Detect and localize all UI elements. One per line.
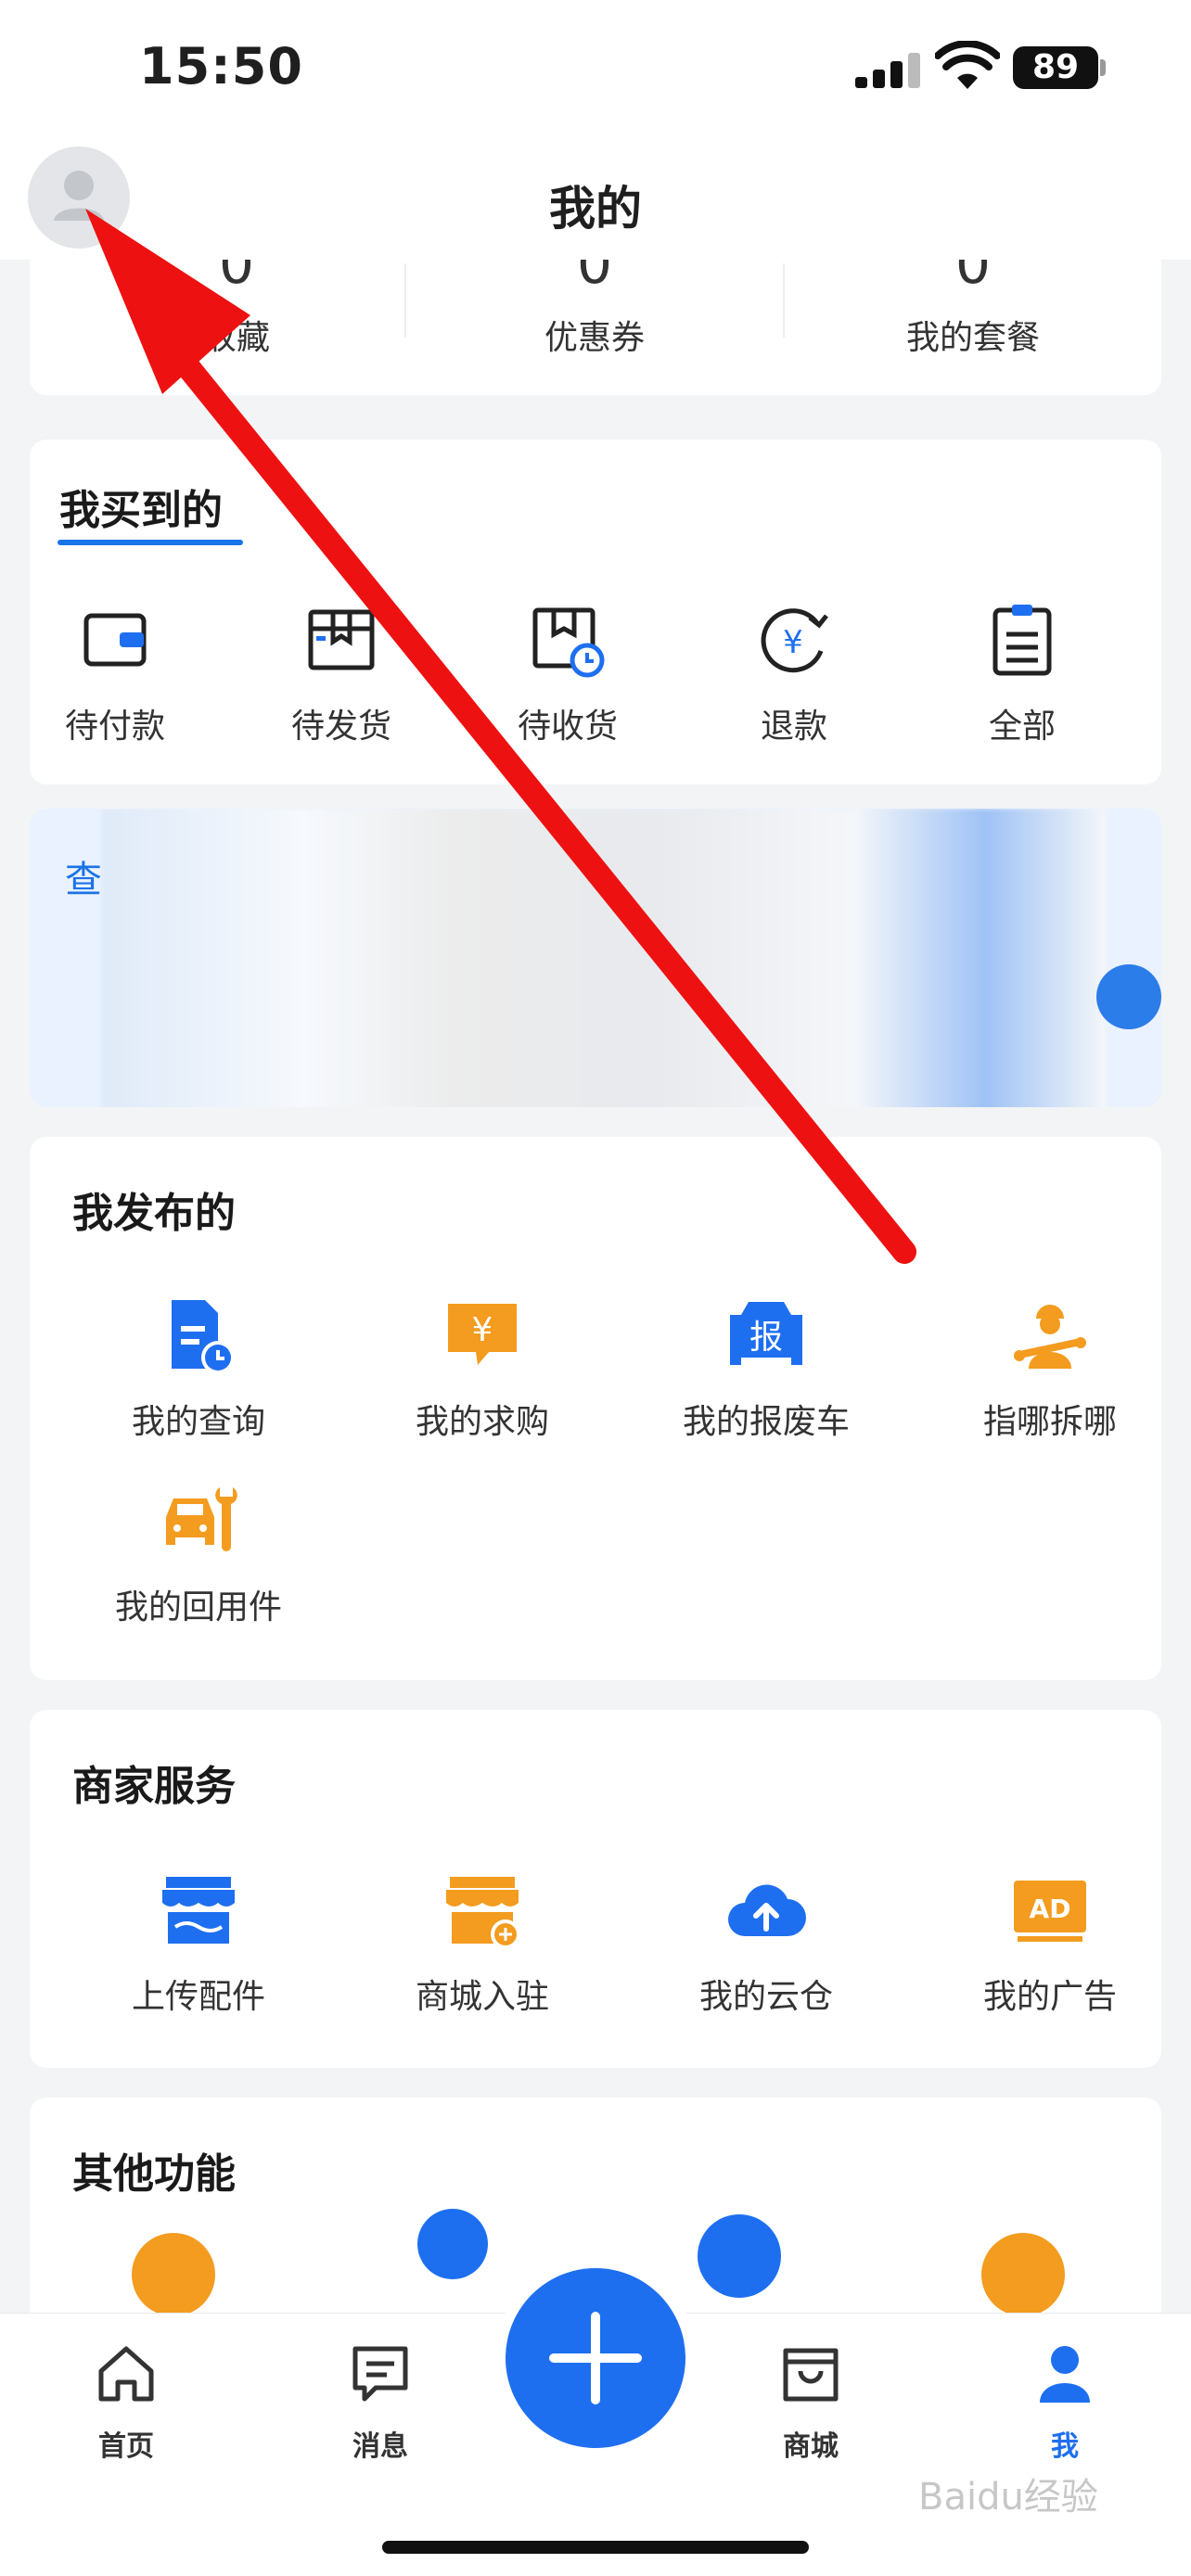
wallet-icon: [83, 613, 147, 667]
feature-icon-3[interactable]: [698, 2214, 781, 2298]
delivery-clock-icon: [532, 607, 605, 678]
stat-label: 优惠券: [544, 319, 645, 357]
stat-label: 我的套餐: [905, 319, 1040, 357]
feature-label: 我的报废车: [682, 1403, 850, 1441]
feature-label: 我的云仓: [698, 1978, 833, 2016]
stat-value: 0: [406, 260, 783, 287]
yuan-chat-icon: ¥: [448, 1304, 517, 1365]
top-bar: 15:50 89 我的: [0, 0, 1191, 260]
order-refund[interactable]: ¥ 退款: [683, 599, 905, 747]
home-indicator: [382, 2541, 809, 2554]
store-plus-icon: [446, 1877, 520, 1949]
plus-icon: [549, 2312, 642, 2404]
section-title: 我发布的: [72, 1190, 236, 1237]
order-label: 待付款: [64, 708, 165, 746]
box-icon: [308, 609, 375, 670]
tab-underline: [58, 540, 243, 545]
my-ads[interactable]: AD 我的广告: [911, 1869, 1189, 2018]
feature-icon-4[interactable]: [981, 2233, 1065, 2316]
ad-icon: AD: [1014, 1881, 1086, 1942]
svg-text:¥: ¥: [783, 624, 803, 661]
order-label: 待收货: [517, 708, 618, 746]
battery-icon: 89: [1013, 46, 1098, 89]
battery-tip: [1100, 59, 1106, 76]
page-title: 我的: [549, 182, 642, 236]
feature-label: 我的广告: [982, 1978, 1117, 2016]
feature-label: 商城入驻: [415, 1978, 549, 2016]
promo-text: 查: [65, 859, 102, 901]
feature-label: 我的求购: [415, 1403, 549, 1441]
order-pending-shipment[interactable]: 待发货: [230, 599, 453, 747]
feature-label: 上传配件: [131, 1978, 265, 2016]
upload-parts[interactable]: 上传配件: [59, 1869, 338, 2018]
watermark: Baidu经验: [918, 2476, 1098, 2519]
nav-label: 首页: [98, 2430, 154, 2463]
svg-text:AD: AD: [1030, 1894, 1071, 1924]
scrap-car-icon: 报: [730, 1302, 802, 1365]
point-dismantle[interactable]: 指哪拆哪: [911, 1294, 1189, 1443]
my-reused-parts[interactable]: 我的回用件: [59, 1480, 338, 1628]
cloud-upload-icon: [728, 1884, 806, 1936]
mall-entry[interactable]: 商城入驻: [343, 1869, 621, 2018]
nav-mall[interactable]: 商城: [736, 2341, 885, 2464]
clipboard-list-icon: [992, 605, 1052, 676]
nav-label: 商城: [783, 2430, 839, 2463]
home-icon: [98, 2346, 154, 2402]
purchases-card: 我买到的 待付款 待发货 待收货 ¥ 退款 全部: [30, 440, 1161, 784]
signal-icon: [855, 51, 922, 88]
order-all[interactable]: 全部: [911, 599, 1133, 747]
person-icon: [1040, 2346, 1090, 2403]
store-icon: [162, 1877, 235, 1944]
svg-text:报: 报: [749, 1319, 783, 1357]
feature-label: 我的回用件: [114, 1588, 282, 1626]
nav-label: 我: [1051, 2430, 1079, 2463]
promo-button[interactable]: [1096, 964, 1161, 1029]
nav-messages[interactable]: 消息: [306, 2341, 455, 2464]
section-title: 我买到的: [59, 487, 223, 534]
my-scrap-cars[interactable]: 报 我的报废车: [627, 1294, 905, 1443]
my-requests[interactable]: ¥ 我的求购: [343, 1294, 621, 1443]
order-pending-receipt[interactable]: 待收货: [456, 599, 679, 747]
bag-icon: [783, 2348, 839, 2402]
message-icon: [352, 2346, 408, 2402]
wifi-icon: [935, 41, 1000, 89]
published-card: 我发布的 我的查询 ¥ 我的求购 报 我的报废车 指哪拆哪 我的回用件: [30, 1137, 1161, 1680]
my-cloud-warehouse[interactable]: 我的云仓: [627, 1869, 905, 2018]
my-queries[interactable]: 我的查询: [59, 1294, 338, 1443]
feature-label: 我的查询: [131, 1403, 265, 1441]
section-title: 商家服务: [72, 1763, 236, 1810]
nav-home[interactable]: 首页: [52, 2341, 200, 2464]
feature-icon-1[interactable]: [132, 2233, 215, 2316]
order-label: 待发货: [290, 708, 391, 746]
section-title: 其他功能: [72, 2150, 236, 2198]
order-label: 退款: [760, 708, 827, 746]
stat-value: 0: [48, 260, 425, 287]
nav-label: 消息: [352, 2430, 408, 2463]
nav-me[interactable]: 我: [991, 2341, 1139, 2464]
order-pending-payment[interactable]: 待付款: [4, 599, 226, 747]
feature-icon-2[interactable]: [417, 2209, 488, 2279]
document-clock-icon: [172, 1300, 235, 1374]
blurred-overlay: [102, 809, 1106, 1107]
stat-coupons[interactable]: 0 优惠券: [406, 260, 783, 359]
promo-banner[interactable]: 查: [30, 809, 1161, 1107]
stat-label: 收藏: [202, 319, 270, 357]
stat-favorites[interactable]: 0 收藏: [48, 260, 425, 359]
merchant-card: 商家服务 上传配件 商城入驻 我的云仓 AD 我的广告: [30, 1710, 1161, 2068]
mechanic-icon: [1014, 1305, 1086, 1369]
feature-label: 指哪拆哪: [982, 1403, 1117, 1441]
order-label: 全部: [988, 708, 1056, 746]
add-button[interactable]: [506, 2268, 685, 2448]
stat-value: 0: [785, 260, 1161, 287]
svg-text:¥: ¥: [472, 1311, 493, 1349]
status-time: 15:50: [139, 37, 303, 96]
stat-packages[interactable]: 0 我的套餐: [785, 260, 1161, 359]
car-wrench-icon: [166, 1487, 237, 1551]
refund-yuan-icon: ¥: [761, 608, 828, 673]
